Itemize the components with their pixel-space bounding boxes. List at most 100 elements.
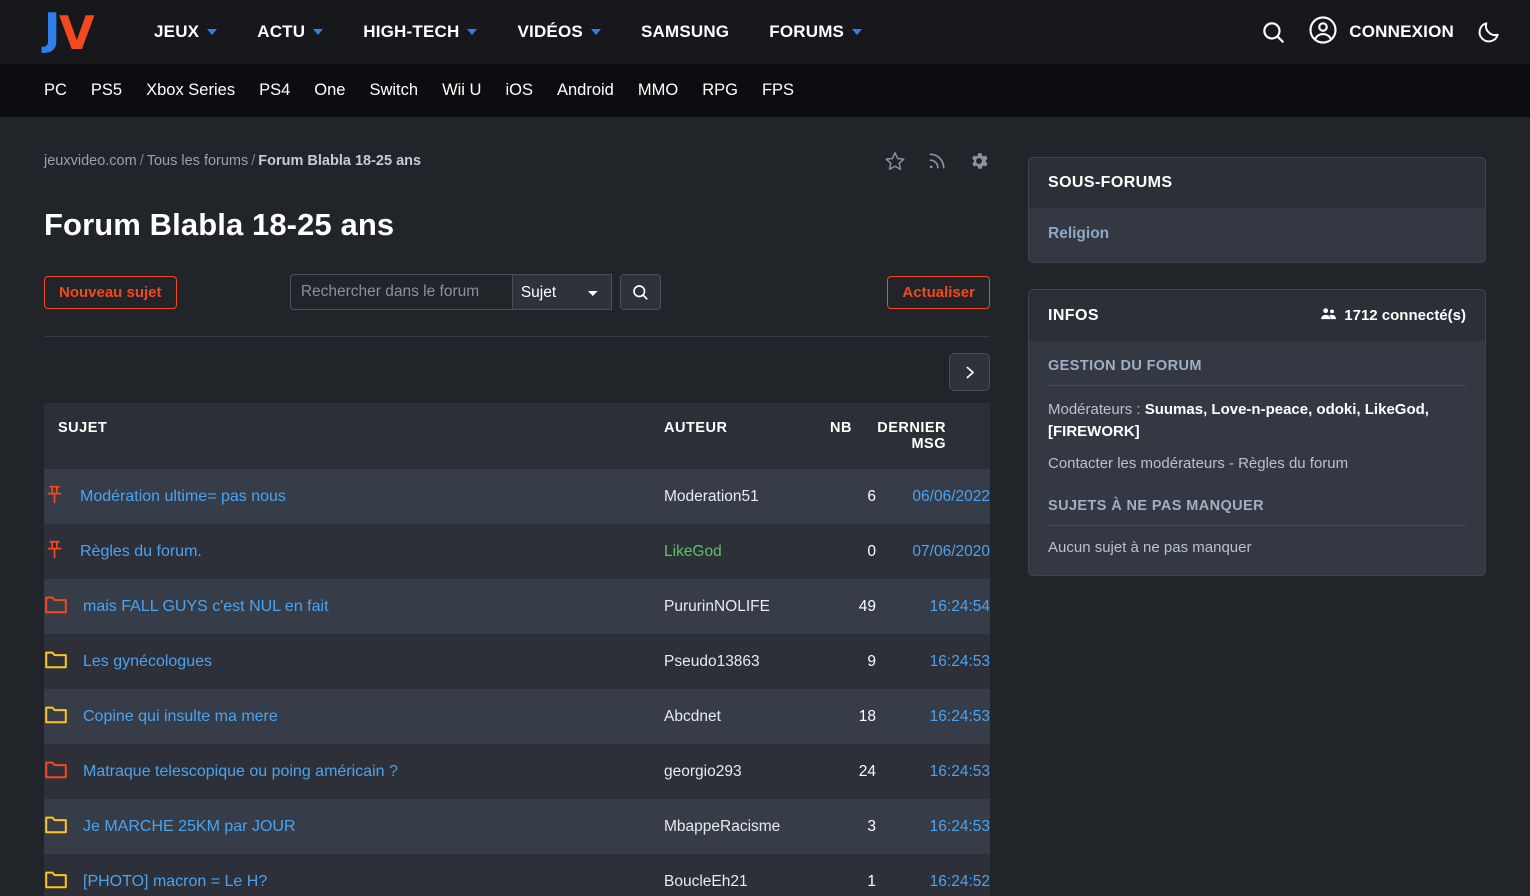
main-menu-item-vid-os[interactable]: VIDÉOS (497, 22, 620, 42)
col-header-dernier-msg-line1: DERNIER (877, 420, 946, 436)
main-column: jeuxvideo.com / Tous les forums / Forum Blab… (44, 117, 990, 896)
table-row[interactable]: Je MARCHE 25KM par JOUR MbappeRacisme 3 16:… (44, 799, 990, 854)
star-icon[interactable] (884, 150, 906, 172)
cell-dernier-msg[interactable]: 16:24:53 (876, 744, 990, 799)
breadcrumb-separator-2: / (251, 153, 256, 169)
rss-icon[interactable] (927, 151, 947, 171)
subnav-item-one[interactable]: One (302, 81, 357, 100)
cell-dernier-msg[interactable]: 16:24:54 (876, 579, 990, 634)
table-row[interactable]: Règles du forum. LikeGod 0 07/06/2020 (44, 524, 990, 579)
jv-logo-v: V (59, 6, 95, 60)
table-row[interactable]: [PHOTO] macron = Le H? BoucleEh21 1 16:24:5… (44, 854, 990, 896)
search-icon[interactable] (1260, 19, 1286, 45)
main-menu-item-samsung[interactable]: SAMSUNG (621, 22, 749, 42)
search-filter-select[interactable]: SujetAuteur (511, 274, 612, 310)
subnav-item-ios[interactable]: iOS (493, 81, 545, 100)
col-header-sujet[interactable]: SUJET (44, 403, 664, 469)
topic-author[interactable]: Moderation51 (664, 488, 759, 505)
table-row[interactable]: mais FALL GUYS c'est NUL en fait PururinN… (44, 579, 990, 634)
search-input[interactable] (289, 274, 512, 310)
topic-link[interactable]: Matraque telescopique ou poing américain… (83, 763, 398, 781)
login-button[interactable]: CONNEXION (1308, 15, 1454, 50)
cell-dernier-msg[interactable]: 16:24:53 (876, 799, 990, 854)
breadcrumb: jeuxvideo.com / Tous les forums / Forum Blab… (44, 153, 421, 169)
cell-dernier-msg[interactable]: 16:24:53 (876, 689, 990, 744)
search-submit-button[interactable] (619, 274, 661, 310)
subnav-item-mmo[interactable]: MMO (626, 81, 690, 100)
chevron-right-icon (966, 366, 974, 378)
subnav-item-rpg[interactable]: RPG (690, 81, 750, 100)
refresh-button[interactable]: Actualiser (887, 275, 990, 309)
next-page-button[interactable] (949, 353, 990, 391)
topic-link[interactable]: Copine qui insulte ma mere (83, 708, 278, 726)
subforum-link-religion[interactable]: Religion (1048, 225, 1466, 243)
col-header-nb[interactable]: NB (830, 403, 876, 469)
topic-author[interactable]: Pseudo13863 (664, 653, 760, 670)
topic-author[interactable]: Abcdnet (664, 708, 721, 725)
table-row[interactable]: Modération ultime= pas nous Moderation51 6… (44, 469, 990, 524)
topic-link[interactable]: Les gynécologues (83, 653, 212, 671)
breadcrumb-root[interactable]: jeuxvideo.com (44, 153, 137, 169)
breadcrumb-all-forums[interactable]: Tous les forums (147, 153, 249, 169)
topic-link[interactable]: mais FALL GUYS c'est NUL en fait (83, 598, 329, 616)
table-row[interactable]: Copine qui insulte ma mere Abcdnet 18 16:24… (44, 689, 990, 744)
pagination-row (44, 337, 990, 403)
moon-icon[interactable] (1476, 19, 1502, 45)
cell-sujet: mais FALL GUYS c'est NUL en fait (44, 579, 664, 634)
subnav-item-wii-u[interactable]: Wii U (430, 81, 493, 100)
jv-logo[interactable]: J V (44, 6, 100, 60)
infos-panel-header: INFOS 1712 connecté(s) (1029, 290, 1485, 341)
cell-auteur: PururinNOLIFE (664, 579, 830, 634)
topic-author[interactable]: BoucleEh21 (664, 873, 748, 890)
moderators-label: Modérateurs : (1048, 401, 1145, 418)
cell-nb: 9 (867, 652, 876, 670)
cell-dernier-msg[interactable]: 16:24:53 (876, 634, 990, 689)
cell-auteur: Pseudo13863 (664, 634, 830, 689)
col-header-dernier-msg-line2: MSG (911, 436, 946, 452)
subnav-item-ps4[interactable]: PS4 (247, 81, 302, 100)
topic-author[interactable]: LikeGod (664, 543, 722, 560)
col-header-dernier-msg[interactable]: DERNIER MSG (876, 403, 990, 469)
forum-toolbar: Nouveau sujet SujetAuteur Actualiser (44, 274, 990, 310)
topic-author[interactable]: MbappeRacisme (664, 818, 780, 835)
folder-icon (44, 814, 68, 840)
cell-sujet: Matraque telescopique ou poing américain… (44, 744, 664, 799)
chevron-down-icon (207, 29, 218, 35)
subnav-item-android[interactable]: Android (545, 81, 626, 100)
cell-dernier-msg[interactable]: 07/06/2020 (876, 524, 990, 579)
main-menu-item-high-tech[interactable]: HIGH-TECH (343, 22, 497, 42)
main-menu: JEUX ACTU HIGH-TECH VIDÉOS SAMSUNG FORUMS (134, 22, 882, 42)
cell-dernier-msg[interactable]: 06/06/2022 (876, 469, 990, 524)
main-menu-item-actu[interactable]: ACTU (237, 22, 343, 42)
contact-moderators-line[interactable]: Contacter les modérateurs - Règles du fo… (1048, 443, 1466, 472)
main-menu-item-jeux[interactable]: JEUX (134, 22, 237, 42)
col-header-auteur[interactable]: AUTEUR (664, 403, 830, 469)
subnav-item-ps5[interactable]: PS5 (79, 81, 134, 100)
new-topic-button[interactable]: Nouveau sujet (44, 275, 177, 309)
topic-author[interactable]: PururinNOLIFE (664, 598, 770, 615)
gear-icon[interactable] (968, 150, 990, 172)
topic-author[interactable]: georgio293 (664, 763, 742, 780)
infos-section-gap (1048, 472, 1466, 498)
chevron-down-icon (467, 29, 478, 35)
table-row[interactable]: Les gynécologues Pseudo13863 9 16:24:53 (44, 634, 990, 689)
topics-table-body: Modération ultime= pas nous Moderation51 6… (44, 469, 990, 896)
cell-sujet: [PHOTO] macron = Le H? (44, 854, 664, 896)
subnav-item-fps[interactable]: FPS (750, 81, 806, 100)
pin-icon (44, 484, 65, 510)
subnav-item-switch[interactable]: Switch (357, 81, 430, 100)
cell-dernier-msg[interactable]: 16:24:52 (876, 854, 990, 896)
cell-sujet: Je MARCHE 25KM par JOUR (44, 799, 664, 854)
topic-link[interactable]: Modération ultime= pas nous (80, 488, 286, 506)
subnav-item-xbox-series[interactable]: Xbox Series (134, 81, 247, 100)
topic-link[interactable]: Règles du forum. (80, 543, 202, 561)
subnav-item-pc[interactable]: PC (44, 81, 79, 100)
subforums-panel-header: SOUS-FORUMS (1029, 158, 1485, 208)
top-navigation-bar: J V JEUX ACTU HIGH-TECH VIDÉOS SAMSUNG FORUMS… (0, 0, 1530, 64)
folder-icon (44, 704, 68, 730)
topic-link[interactable]: Je MARCHE 25KM par JOUR (83, 818, 296, 836)
topic-link[interactable]: [PHOTO] macron = Le H? (83, 873, 267, 891)
main-menu-item-forums[interactable]: FORUMS (749, 22, 882, 42)
table-row[interactable]: Matraque telescopique ou poing américain… (44, 744, 990, 799)
connected-count-label: 1712 connecté(s) (1344, 307, 1466, 324)
